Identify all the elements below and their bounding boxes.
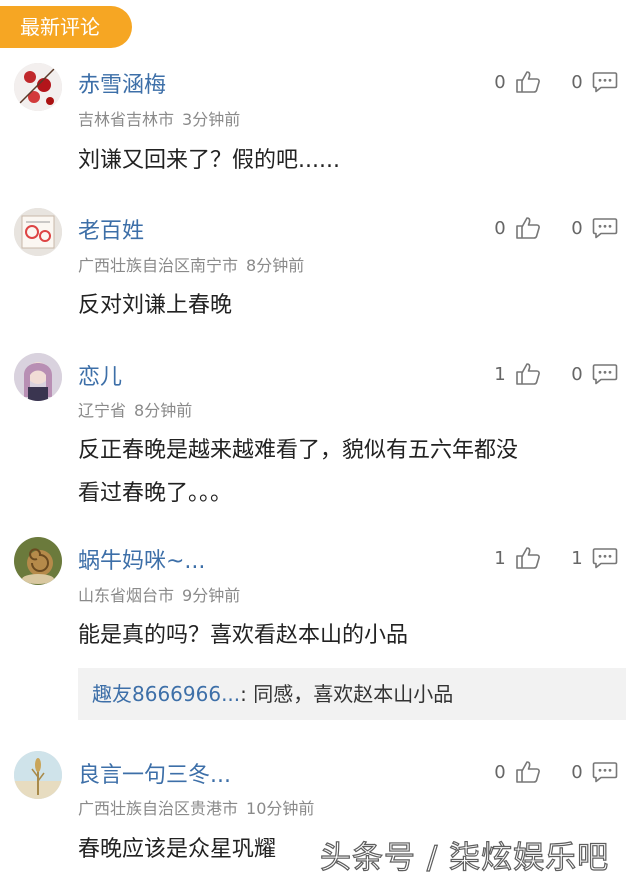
comment-actions: 1 0 [492, 362, 618, 386]
comment-bubble-icon[interactable] [592, 70, 618, 94]
reply-username[interactable]: 趣友8666966... [92, 682, 240, 706]
comment-location: 吉林省吉林市 [78, 110, 175, 129]
comment-text: 刘谦又回来了？假的吧...... [78, 148, 340, 173]
like-count: 0 [494, 71, 506, 93]
comment-time: 9分钟前 [182, 586, 241, 605]
comment-text-line: 看过春晚了。。。 [78, 481, 233, 506]
thumbs-up-icon[interactable] [515, 546, 541, 570]
user-avatar[interactable] [14, 751, 62, 799]
thumbs-up-icon[interactable] [515, 760, 541, 784]
comment-text: 反对刘谦上春晚 [78, 293, 233, 318]
comment-text-line: 反正春晚是越来越难看了，貌似有五六年都没 [78, 438, 519, 463]
comment-actions: 1 1 [492, 546, 618, 570]
user-avatar[interactable] [14, 63, 62, 111]
comment-bubble-icon[interactable] [592, 760, 618, 784]
comment-location: 广西壮族自治区南宁市 [78, 256, 239, 275]
reply-text: : 同感，喜欢赵本山小品 [240, 682, 454, 706]
comment-location: 广西壮族自治区贵港市 [78, 799, 239, 818]
comment-bubble-icon[interactable] [592, 546, 618, 570]
thumbs-up-icon[interactable] [515, 70, 541, 94]
comment-text: 能是真的吗？喜欢看赵本山的小品 [78, 623, 409, 648]
reply-preview[interactable]: 趣友8666966...: 同感，喜欢赵本山小品 [78, 668, 626, 720]
comment-bubble-icon[interactable] [592, 216, 618, 240]
comment-username[interactable]: 恋儿 [78, 359, 122, 391]
comment-username[interactable]: 赤雪涵梅 [78, 67, 166, 99]
like-count: 0 [494, 761, 506, 783]
reply-count: 1 [571, 547, 583, 569]
user-avatar[interactable] [14, 537, 62, 585]
comment-actions: 0 0 [492, 760, 618, 784]
comment-meta: 山东省烟台市 9分钟前 [78, 582, 240, 606]
like-count: 0 [494, 217, 506, 239]
comment-meta: 辽宁省 8分钟前 [78, 397, 192, 421]
comment-username[interactable]: 蜗牛妈咪~... [78, 543, 205, 575]
comment-location: 辽宁省 [78, 401, 127, 420]
reply-count: 0 [571, 363, 583, 385]
comment-actions: 0 0 [492, 70, 618, 94]
like-count: 1 [494, 547, 506, 569]
comment-actions: 0 0 [492, 216, 618, 240]
comment-text: 反正春晚是越来越难看了，貌似有五六年都没 看过春晚了。。。 [78, 432, 626, 512]
comment-time: 8分钟前 [246, 256, 305, 275]
comment-username[interactable]: 老百姓 [78, 213, 144, 245]
comment-meta: 广西壮族自治区南宁市 8分钟前 [78, 252, 304, 276]
like-count: 1 [494, 363, 506, 385]
comment-time: 8分钟前 [134, 401, 193, 420]
comment-time: 10分钟前 [246, 799, 315, 818]
comment-time: 3分钟前 [182, 110, 241, 129]
thumbs-up-icon[interactable] [515, 216, 541, 240]
reply-count: 0 [571, 71, 583, 93]
comment-bubble-icon[interactable] [592, 362, 618, 386]
latest-comments-tab[interactable]: 最新评论 [0, 6, 132, 48]
comment-meta: 吉林省吉林市 3分钟前 [78, 106, 240, 130]
reply-count: 0 [571, 217, 583, 239]
user-avatar[interactable] [14, 208, 62, 256]
comment-location: 山东省烟台市 [78, 586, 175, 605]
watermark: 头条号 / 柒炫娱乐吧 [319, 839, 610, 876]
reply-count: 0 [571, 761, 583, 783]
user-avatar[interactable] [14, 353, 62, 401]
comment-username[interactable]: 良言一句三冬... [78, 757, 231, 789]
comment-meta: 广西壮族自治区贵港市 10分钟前 [78, 795, 314, 819]
thumbs-up-icon[interactable] [515, 362, 541, 386]
